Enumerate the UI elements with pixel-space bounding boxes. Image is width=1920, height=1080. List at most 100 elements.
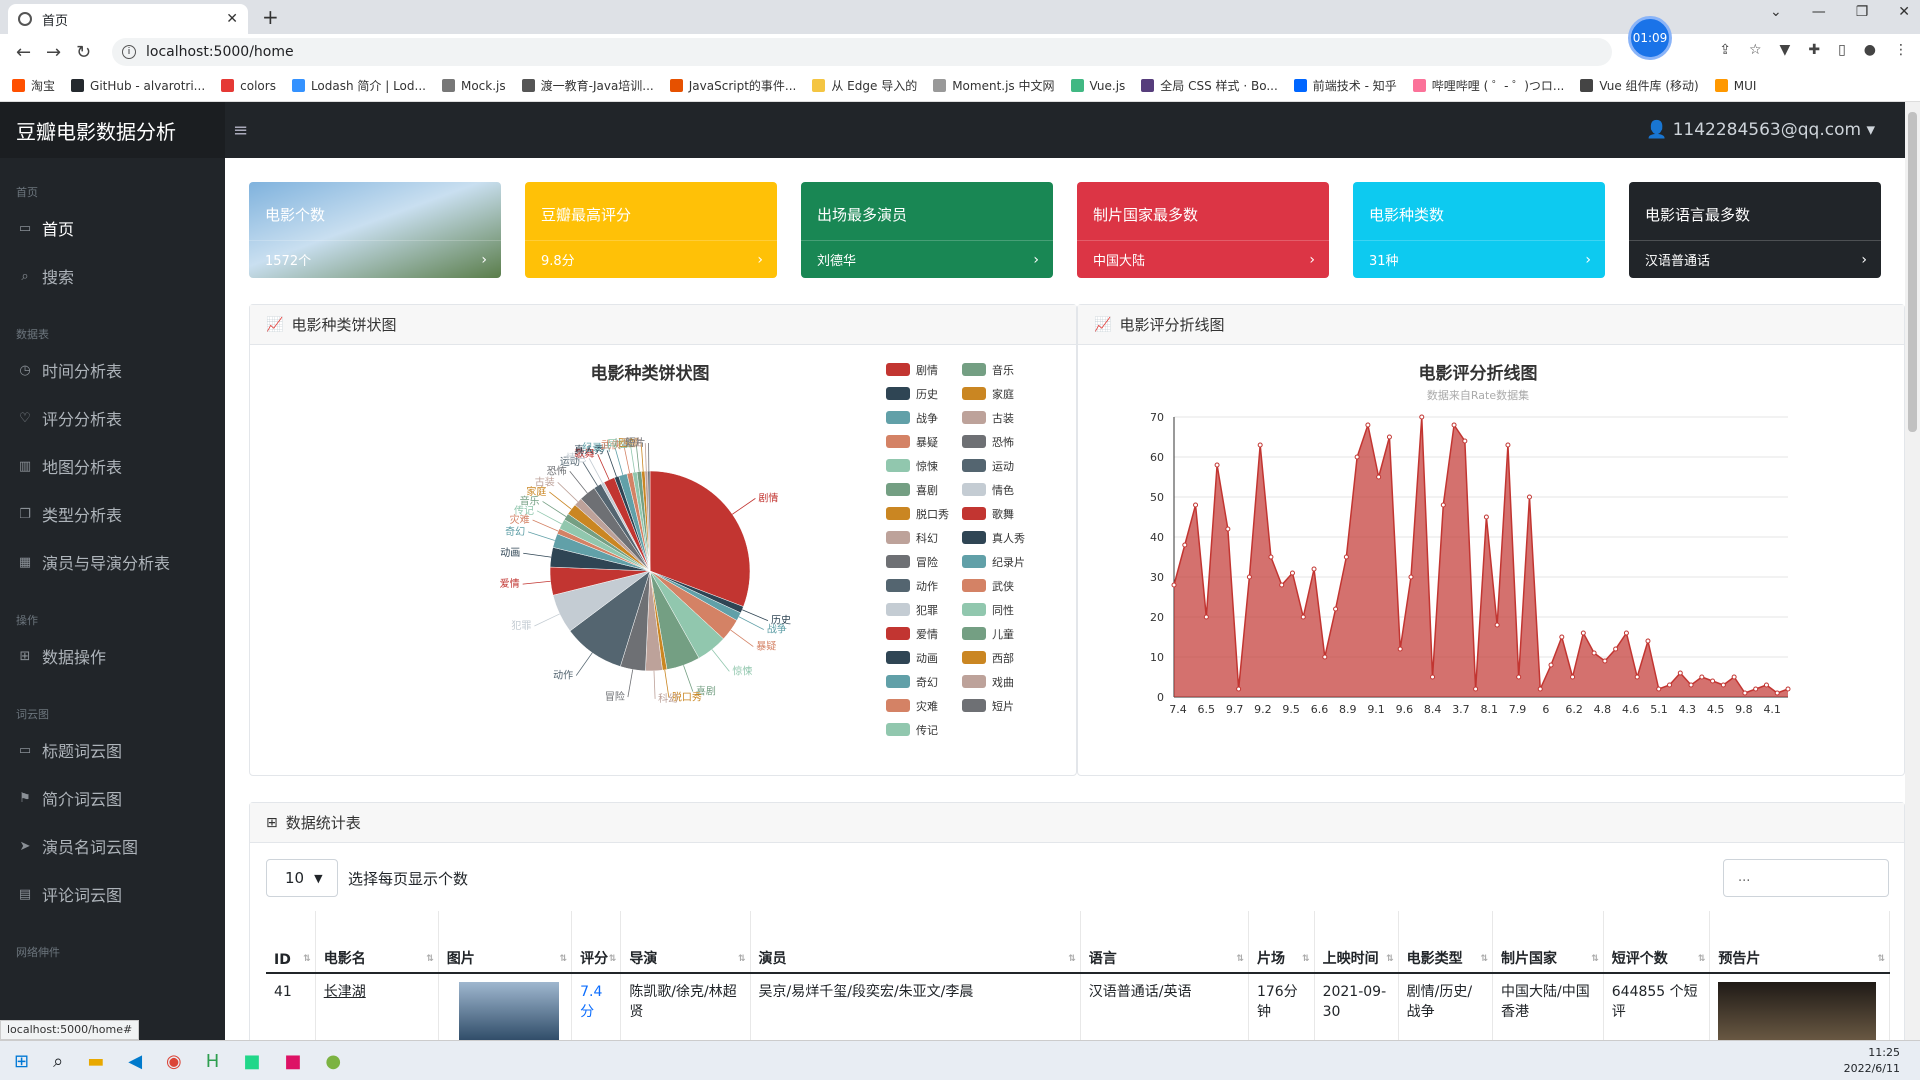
data-point[interactable] (1720, 682, 1726, 688)
bookmark-item[interactable]: Vue 组件库 (移动) (1580, 77, 1699, 94)
data-point[interactable] (1289, 570, 1295, 576)
data-point[interactable] (1311, 566, 1317, 572)
data-point[interactable] (1419, 414, 1425, 420)
card-footer[interactable]: 汉语普通话 › (1629, 240, 1881, 278)
user-dropdown[interactable]: 👤 1142284563@qq.com ▾ (1646, 120, 1875, 140)
sidebar-item-14[interactable]: ➤ 演员名词云图 (0, 822, 225, 870)
legend-label[interactable]: 爱情 (916, 628, 938, 641)
data-point[interactable] (1526, 494, 1532, 500)
legend-label[interactable]: 剧情 (916, 364, 938, 377)
sidebar-item-2[interactable]: ⌕ 搜索 (0, 252, 225, 300)
jetbrains-icon[interactable]: ■ (284, 1051, 301, 1072)
data-point[interactable] (1570, 674, 1576, 680)
legend-swatch[interactable] (962, 675, 986, 688)
legend-label[interactable]: 脱口秀 (916, 507, 949, 521)
data-point[interactable] (1397, 646, 1403, 652)
legend-swatch[interactable] (962, 411, 986, 424)
data-point[interactable] (1246, 574, 1252, 580)
sidebar-item-10[interactable]: ⊞ 数据操作 (0, 632, 225, 680)
data-point[interactable] (1667, 682, 1673, 688)
legend-label[interactable]: 武侠 (992, 580, 1014, 593)
legend-label[interactable]: 家庭 (992, 387, 1014, 401)
data-point[interactable] (1591, 650, 1597, 656)
data-point[interactable] (1193, 502, 1199, 508)
legend-swatch[interactable] (886, 579, 910, 592)
legend-swatch[interactable] (886, 675, 910, 688)
movie-poster-image[interactable] (458, 982, 559, 1040)
data-point[interactable] (1763, 682, 1769, 688)
menu-icon[interactable]: ⋮ (1894, 42, 1908, 58)
legend-label[interactable]: 动画 (916, 652, 938, 665)
column-header[interactable]: 语言 ⇅ (1080, 911, 1249, 974)
column-header[interactable]: 短评个数 ⇅ (1603, 911, 1711, 974)
legend-swatch[interactable] (962, 387, 986, 400)
bookmark-item[interactable]: Lodash 简介 | Lod... (291, 77, 426, 94)
minimize-icon[interactable]: — (1812, 4, 1826, 20)
column-header[interactable]: 电影名 ⇅ (315, 911, 439, 974)
data-point[interactable] (1451, 422, 1457, 428)
legend-swatch[interactable] (962, 531, 986, 544)
legend-swatch[interactable] (962, 699, 986, 712)
restore-icon[interactable]: ❐ (1856, 4, 1869, 20)
legend-label[interactable]: 运动 (992, 460, 1014, 473)
data-point[interactable] (1505, 442, 1511, 448)
legend-label[interactable]: 恐怖 (992, 435, 1014, 449)
legend-swatch[interactable] (962, 483, 986, 496)
data-point[interactable] (1171, 582, 1177, 588)
data-point[interactable] (1365, 422, 1371, 428)
data-point[interactable] (1386, 434, 1392, 440)
chevron-down-icon[interactable]: ⌄ (1770, 4, 1782, 20)
legend-swatch[interactable] (886, 363, 910, 376)
column-header[interactable]: 演员 ⇅ (750, 911, 1081, 974)
chrome-icon[interactable]: ◉ (166, 1051, 182, 1072)
legend-swatch[interactable] (962, 651, 986, 664)
legend-label[interactable]: 情色 (992, 483, 1014, 497)
legend-label[interactable]: 冒险 (916, 555, 938, 569)
legend-label[interactable]: 西部 (992, 651, 1014, 665)
column-header[interactable]: 评分 ⇅ (571, 911, 622, 974)
legend-swatch[interactable] (962, 363, 986, 376)
legend-label[interactable]: 惊悚 (916, 459, 938, 473)
page-scrollbar[interactable] (1905, 102, 1920, 1040)
legend-label[interactable]: 灾难 (916, 699, 938, 713)
data-point[interactable] (1494, 622, 1500, 628)
data-point[interactable] (1537, 686, 1543, 692)
legend-label[interactable]: 纪录片 (992, 556, 1025, 569)
legend-swatch[interactable] (886, 531, 910, 544)
legend-swatch[interactable] (962, 555, 986, 568)
bookmark-item[interactable]: colors (221, 79, 276, 93)
puzzle-icon[interactable]: ✚ (1808, 42, 1820, 58)
browser-tab[interactable]: 首页 ✕ (8, 4, 248, 34)
app-icon[interactable]: ● (325, 1051, 341, 1072)
file-explorer-icon[interactable]: ▬ (87, 1051, 104, 1072)
data-point[interactable] (1753, 686, 1759, 692)
legend-label[interactable]: 历史 (916, 388, 938, 401)
legend-label[interactable]: 喜剧 (916, 484, 938, 497)
legend-label[interactable]: 古装 (992, 412, 1014, 425)
data-point[interactable] (1203, 614, 1209, 620)
bookmark-item[interactable]: 渡一教育-Java培训... (521, 77, 654, 94)
sidebar-item-5[interactable]: ♡ 评分分析表 (0, 394, 225, 442)
legend-label[interactable]: 奇幻 (916, 676, 938, 689)
recording-timer[interactable]: 01:09 (1628, 16, 1672, 60)
menu-toggle-icon[interactable]: ≡ (233, 120, 248, 141)
legend-label[interactable]: 戏曲 (992, 676, 1014, 689)
stat-card-3[interactable]: 制片国家最多数 中国大陆 › (1077, 182, 1329, 278)
legend-swatch[interactable] (886, 651, 910, 664)
column-header[interactable]: 电影类型 ⇅ (1398, 911, 1494, 974)
forward-icon[interactable]: → (46, 42, 61, 63)
sidebar-item-4[interactable]: ◷ 时间分析表 (0, 346, 225, 394)
legend-swatch[interactable] (962, 507, 986, 520)
share-icon[interactable]: ⇪ (1719, 42, 1731, 58)
legend-swatch[interactable] (886, 555, 910, 568)
data-point[interactable] (1322, 654, 1328, 660)
legend-label[interactable]: 音乐 (992, 363, 1014, 377)
bookmark-item[interactable]: GitHub - alvarotri... (71, 79, 205, 93)
stat-card-4[interactable]: 电影种类数 31种 › (1353, 182, 1605, 278)
data-point[interactable] (1602, 658, 1608, 664)
column-header[interactable]: 上映时间 ⇅ (1314, 911, 1399, 974)
stat-card-2[interactable]: 出场最多演员 刘德华 › (801, 182, 1053, 278)
sidebar-item-6[interactable]: ▥ 地图分析表 (0, 442, 225, 490)
bookmark-item[interactable]: MUI (1714, 79, 1756, 93)
reload-icon[interactable]: ↻ (76, 42, 91, 63)
